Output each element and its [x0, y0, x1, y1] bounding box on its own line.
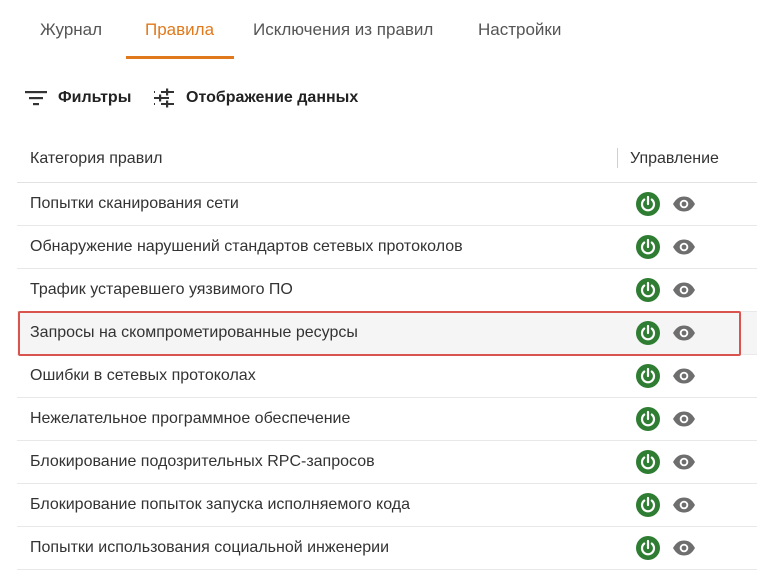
table-row[interactable]: Ошибки в сетевых протоколах [17, 355, 757, 398]
data-display-button[interactable]: Отображение данных [152, 84, 358, 112]
table-row[interactable]: Блокирование подозрительных RPC-запросов [17, 441, 757, 484]
tab-rules[interactable]: Правила [145, 20, 214, 60]
table-row[interactable]: Попытки использования социальной инженер… [17, 527, 757, 570]
eye-icon[interactable] [672, 537, 696, 559]
eye-icon[interactable] [672, 322, 696, 344]
eye-icon[interactable] [672, 494, 696, 516]
rules-table: Категория правил Управление Попытки скан… [17, 138, 757, 570]
filters-label: Фильтры [58, 89, 132, 106]
rule-category-label: Попытки сканирования сети [30, 195, 239, 212]
power-icon[interactable] [636, 450, 660, 474]
power-icon[interactable] [636, 278, 660, 302]
rule-category-label: Попытки использования социальной инженер… [30, 539, 389, 556]
power-icon[interactable] [636, 192, 660, 216]
tab-bar: Журнал Правила Исключения из правил Наст… [0, 0, 757, 60]
rule-category-label: Трафик устаревшего уязвимого ПО [30, 281, 293, 298]
active-tab-indicator [126, 56, 234, 59]
table-row[interactable]: Попытки сканирования сети [17, 183, 757, 226]
power-icon[interactable] [636, 407, 660, 431]
toolbar: Фильтры Отображение данных [0, 84, 757, 112]
table-header: Категория правил Управление [17, 138, 757, 183]
tab-settings[interactable]: Настройки [478, 20, 561, 60]
table-row[interactable]: Нежелательное программное обеспечение [17, 398, 757, 441]
power-icon[interactable] [636, 364, 660, 388]
power-icon[interactable] [636, 235, 660, 259]
eye-icon[interactable] [672, 279, 696, 301]
tune-sliders-icon [152, 86, 176, 110]
tab-rule-exceptions[interactable]: Исключения из правил [253, 20, 433, 60]
filter-lines-icon [24, 86, 48, 110]
rule-category-label: Блокирование подозрительных RPC-запросов [30, 453, 375, 470]
column-header-control: Управление [630, 150, 719, 167]
power-icon[interactable] [636, 321, 660, 345]
eye-icon[interactable] [672, 408, 696, 430]
table-row[interactable]: Блокирование попыток запуска исполняемог… [17, 484, 757, 527]
rule-category-label: Нежелательное программное обеспечение [30, 410, 351, 427]
filters-button[interactable]: Фильтры [24, 84, 131, 112]
table-row[interactable]: Запросы на скомпрометированные ресурсы [17, 312, 757, 355]
rules-page: Журнал Правила Исключения из правил Наст… [0, 0, 757, 571]
power-icon[interactable] [636, 536, 660, 560]
column-divider[interactable] [617, 148, 618, 168]
rule-category-label: Блокирование попыток запуска исполняемог… [30, 496, 411, 513]
table-row[interactable]: Обнаружение нарушений стандартов сетевых… [17, 226, 757, 269]
table-body: Попытки сканирования сети Обнаружение нар… [17, 183, 757, 570]
column-header-category: Категория правил [30, 150, 163, 167]
power-icon[interactable] [636, 493, 660, 517]
rule-category-label: Запросы на скомпрометированные ресурсы [30, 324, 358, 341]
eye-icon[interactable] [672, 365, 696, 387]
rule-category-label: Ошибки в сетевых протоколах [30, 367, 256, 384]
eye-icon[interactable] [672, 193, 696, 215]
data-display-label: Отображение данных [186, 89, 359, 106]
tab-journal[interactable]: Журнал [40, 20, 102, 60]
table-row[interactable]: Трафик устаревшего уязвимого ПО [17, 269, 757, 312]
eye-icon[interactable] [672, 236, 696, 258]
eye-icon[interactable] [672, 451, 696, 473]
rule-category-label: Обнаружение нарушений стандартов сетевых… [30, 238, 463, 255]
